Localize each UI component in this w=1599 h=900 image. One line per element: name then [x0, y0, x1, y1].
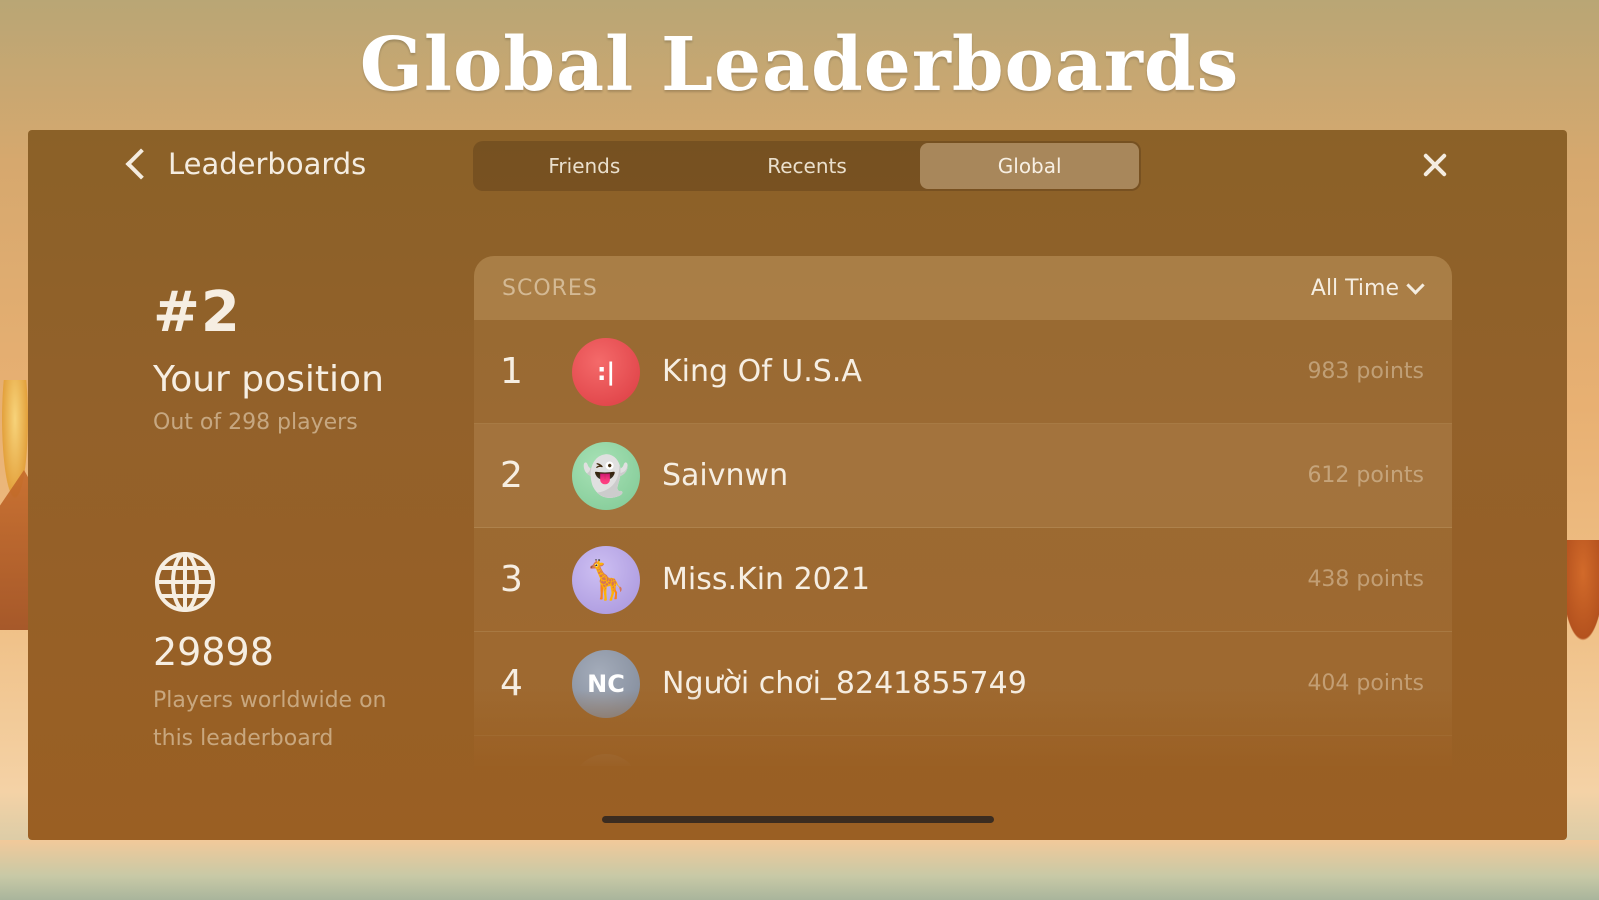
player-rank: #2: [153, 280, 241, 345]
player-name: King Of U.S.A: [662, 354, 862, 389]
chevron-left-icon: [125, 148, 157, 180]
players-subtitle: Players worldwide on this leaderboard: [153, 688, 387, 751]
row-rank: 3: [500, 559, 523, 600]
table-row-partial[interactable]: [474, 736, 1452, 766]
avatar: NC: [572, 649, 640, 718]
player-name: Saivnwn: [662, 458, 789, 493]
scores-list: SCORES All Time 1 :| King Of U.S.A 983 p…: [474, 256, 1452, 766]
banner-title: Global Leaderboards: [359, 22, 1240, 108]
player-points: 983 points: [1307, 359, 1424, 384]
scope-segmented-control: Friends Recents Global: [473, 141, 1141, 191]
initials-avatar-text: NC: [587, 669, 625, 698]
chevron-down-icon: [1406, 275, 1425, 295]
ghost-icon: 👻: [582, 453, 630, 498]
avatar: 🦒: [572, 545, 640, 614]
position-summary: #2 Your position Out of 298 players: [153, 280, 453, 435]
player-name: Người chơi_8241855749: [662, 666, 1027, 701]
back-button[interactable]: Leaderboards: [124, 144, 366, 184]
table-row[interactable]: 4 NC Người chơi_8241855749 404 points: [474, 632, 1452, 736]
row-rank: 4: [500, 663, 523, 704]
player-name: Miss.Kin 2021: [662, 562, 870, 597]
table-row[interactable]: 2 👻 Saivnwn 612 points: [474, 424, 1452, 528]
row-rank: 2: [500, 455, 523, 496]
screen: Global Leaderboards Leaderboards Friends…: [0, 0, 1599, 900]
player-points: 612 points: [1307, 463, 1424, 488]
tab-recents[interactable]: Recents: [698, 143, 917, 189]
player-points: 438 points: [1307, 567, 1424, 592]
tab-global[interactable]: Global: [920, 143, 1140, 189]
face-glyph-icon: :|: [596, 357, 616, 386]
tab-friends[interactable]: Friends: [475, 143, 694, 189]
scores-header: SCORES All Time: [474, 256, 1452, 320]
table-row[interactable]: 1 :| King Of U.S.A 983 points: [474, 320, 1452, 424]
position-label: Your position: [153, 359, 384, 400]
time-filter-dropdown[interactable]: All Time: [1310, 275, 1425, 301]
scores-title: SCORES: [502, 275, 598, 301]
close-icon[interactable]: [1420, 150, 1450, 180]
background-water: [0, 840, 1599, 900]
table-row[interactable]: 3 🦒 Miss.Kin 2021 438 points: [474, 528, 1452, 632]
avatar: :|: [572, 337, 640, 406]
giraffe-icon: 🦒: [582, 557, 630, 602]
home-indicator[interactable]: [602, 816, 994, 823]
globe-icon: [155, 552, 215, 612]
back-button-label: Leaderboards: [168, 147, 367, 181]
time-filter-label: All Time: [1310, 275, 1399, 301]
avatar: [572, 753, 640, 766]
player-points: 404 points: [1307, 671, 1424, 696]
position-subtitle: Out of 298 players: [153, 410, 358, 435]
leaderboard-panel: Leaderboards Friends Recents Global #2 Y…: [28, 130, 1567, 840]
avatar: 👻: [572, 441, 640, 510]
players-count: 29898: [153, 630, 274, 674]
row-rank: 1: [500, 351, 523, 392]
